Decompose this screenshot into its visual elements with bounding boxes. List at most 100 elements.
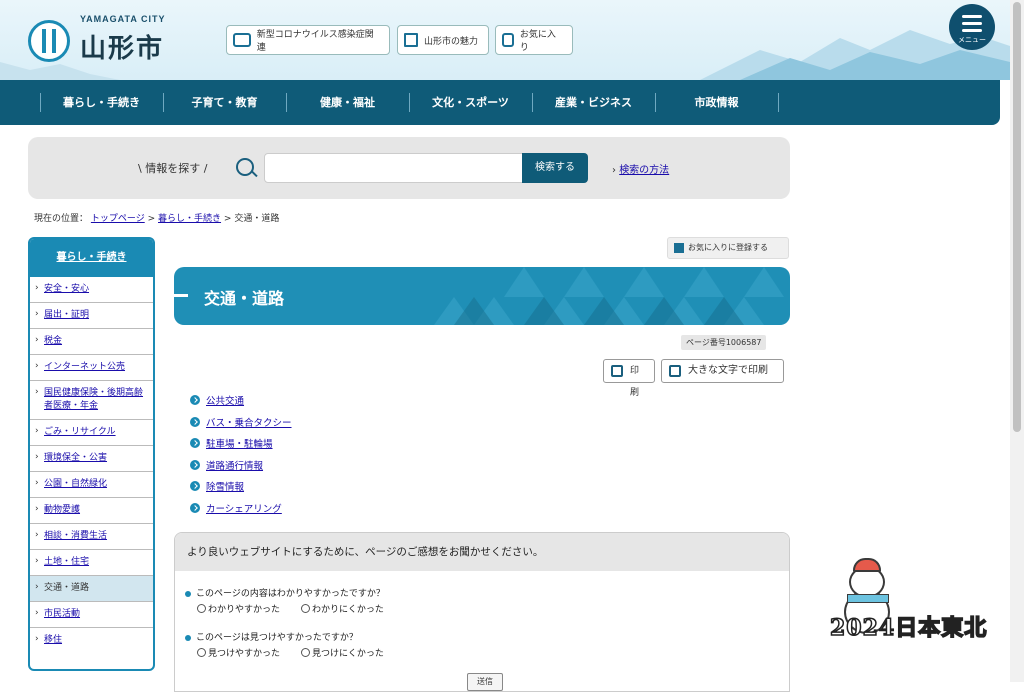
search-panel: \ 情報を探す / 検索する › 検索の方法 — [28, 137, 790, 199]
sidebar-item-label[interactable]: 相談・消費生活 — [44, 531, 107, 541]
sidebar-item-auction[interactable]: インターネット公売 — [30, 355, 153, 381]
q1-option-easy[interactable]: わかりやすかった — [197, 602, 280, 615]
bookmark-star-icon — [674, 243, 684, 253]
page-number-badge: ページ番号1006587 — [681, 335, 767, 350]
menu-button[interactable]: メニュー — [949, 4, 995, 50]
title-accent — [174, 294, 188, 297]
sidebar-item-label[interactable]: 移住 — [44, 635, 62, 645]
survey-submit-button[interactable]: 送信 — [467, 673, 503, 691]
sidebar-item-certificates[interactable]: 届出・証明 — [30, 303, 153, 329]
sidebar-item-label[interactable]: 環境保全・公害 — [44, 453, 107, 463]
snowman-hat — [853, 558, 881, 572]
nav-item-culture[interactable]: 文化・スポーツ — [410, 80, 531, 125]
sidebar-item-label[interactable]: インターネット公売 — [44, 362, 125, 372]
nav-item-living[interactable]: 暮らし・手続き — [41, 80, 162, 125]
triangle-pattern — [434, 267, 784, 325]
link-bus-taxi[interactable]: バス・乗合タクシー — [206, 418, 292, 429]
list-item[interactable]: 道路通行情報 — [190, 458, 292, 480]
list-item[interactable]: 駐車場・駐輪場 — [190, 436, 292, 458]
link-public-transport[interactable]: 公共交通 — [206, 396, 244, 407]
sidebar-item-safety[interactable]: 安全・安心 — [30, 277, 153, 303]
search-input[interactable] — [264, 153, 526, 183]
page-title-banner: 交通・道路 — [174, 267, 790, 325]
link-car-sharing[interactable]: カーシェアリング — [206, 504, 282, 515]
nav-item-childcare[interactable]: 子育て・教育 — [164, 80, 285, 125]
page-title: 交通・道路 — [204, 289, 285, 308]
q2-option-easy[interactable]: 見つけやすかった — [197, 646, 280, 659]
mask-icon — [233, 33, 251, 47]
print-button[interactable]: 印刷 — [603, 359, 655, 398]
sidebar: 暮らし・手続き 安全・安心 届出・証明 税金 インターネット公売 国民健康保険・… — [28, 237, 155, 671]
sidebar-item-label[interactable]: 動物愛護 — [44, 505, 80, 515]
sidebar-item-citizen[interactable]: 市民活動 — [30, 602, 153, 628]
sidebar-item-label[interactable]: ごみ・リサイクル — [44, 427, 116, 437]
sidebar-item-label[interactable]: 国民健康保険・後期高齢者医療・年金 — [44, 388, 143, 411]
list-item[interactable]: バス・乗合タクシー — [190, 415, 292, 437]
search-help-link[interactable]: › 検索の方法 — [612, 161, 669, 176]
breadcrumb-sep: > — [223, 214, 232, 224]
nav-item-business[interactable]: 産業・ビジネス — [533, 80, 654, 125]
breadcrumb-prefix: 現在の位置： — [34, 214, 89, 224]
city-emblem-icon — [28, 20, 70, 62]
sidebar-item-tax[interactable]: 税金 — [30, 329, 153, 355]
q2-option-hard[interactable]: 見つけにくかった — [301, 646, 384, 659]
sidebar-item-traffic[interactable]: 交通・道路 — [30, 576, 153, 602]
list-item[interactable]: 公共交通 — [190, 393, 292, 415]
city-charm-button[interactable]: 山形市の魅力 — [397, 25, 489, 55]
site-header: YAMAGATA CITY 山形市 新型コロナウイルス感染症関連 山形市の魅力 … — [0, 0, 1010, 80]
sidebar-item-label: 交通・道路 — [44, 583, 90, 593]
nav-item-health[interactable]: 健康・福祉 — [287, 80, 408, 125]
large-print-button[interactable]: 大きな文字で印刷 — [661, 359, 784, 383]
sidebar-item-label[interactable]: 安全・安心 — [44, 284, 89, 294]
breadcrumb-home[interactable]: トップページ — [91, 214, 145, 224]
sidebar-item-parks[interactable]: 公園・自然緑化 — [30, 472, 153, 498]
survey-heading: より良いウェブサイトにするために、ページのご感想をお聞かせください。 — [175, 533, 789, 571]
sidebar-item-environment[interactable]: 環境保全・公害 — [30, 446, 153, 472]
q1-option-hard[interactable]: わかりにくかった — [301, 602, 384, 615]
link-road-info[interactable]: 道路通行情報 — [206, 461, 263, 472]
sidebar-item-label[interactable]: 市民活動 — [44, 609, 80, 619]
search-button[interactable]: 検索する — [522, 153, 588, 183]
list-item[interactable]: 除雪情報 — [190, 479, 292, 501]
feedback-survey: より良いウェブサイトにするために、ページのご感想をお聞かせください。 このページ… — [174, 532, 790, 692]
scrollbar-thumb[interactable] — [1013, 2, 1021, 432]
city-logo[interactable]: YAMAGATA CITY 山形市 — [28, 14, 188, 66]
snowman-scarf — [847, 594, 889, 603]
sidebar-item-recycling[interactable]: ごみ・リサイクル — [30, 420, 153, 446]
link-parking[interactable]: 駐車場・駐輪場 — [206, 439, 273, 450]
link-snow-removal[interactable]: 除雪情報 — [206, 482, 244, 493]
large-print-label: 大きな文字で印刷 — [688, 365, 768, 376]
category-links: 公共交通 バス・乗合タクシー 駐車場・駐輪場 道路通行情報 除雪情報 カーシェア… — [190, 393, 292, 522]
pen-icon — [404, 33, 418, 47]
sidebar-item-label[interactable]: 公園・自然緑化 — [44, 479, 107, 489]
covid-button[interactable]: 新型コロナウイルス感染症関連 — [226, 25, 390, 55]
bookmark-icon — [502, 33, 514, 47]
page-scrollbar[interactable] — [1010, 0, 1024, 682]
search-help-text[interactable]: 検索の方法 — [619, 165, 669, 176]
survey-question-1: このページの内容はわかりやすかったですか？ — [185, 586, 385, 599]
sidebar-item-housing[interactable]: 土地・住宅 — [30, 550, 153, 576]
sidebar-item-label[interactable]: 土地・住宅 — [44, 557, 89, 567]
sidebar-title[interactable]: 暮らし・手続き — [30, 239, 153, 277]
sidebar-item-insurance[interactable]: 国民健康保険・後期高齢者医療・年金 — [30, 381, 153, 420]
logo-name: 山形市 — [80, 34, 165, 64]
menu-label: メニュー — [958, 36, 986, 44]
nav-item-government[interactable]: 市政情報 — [656, 80, 777, 125]
hamburger-icon — [962, 15, 982, 36]
sidebar-item-animals[interactable]: 動物愛護 — [30, 498, 153, 524]
add-favorite-button[interactable]: お気に入りに登録する — [667, 237, 789, 259]
survey-question-2: このページは見つけやすかったですか？ — [185, 630, 358, 643]
breadcrumb-parent[interactable]: 暮らし・手続き — [158, 214, 221, 224]
favorites-button[interactable]: お気に入り — [495, 25, 573, 55]
sidebar-item-consumer[interactable]: 相談・消費生活 — [30, 524, 153, 550]
breadcrumb: 現在の位置： トップページ > 暮らし・手続き > 交通・道路 — [34, 211, 279, 224]
printer-icon — [611, 365, 623, 377]
list-item[interactable]: カーシェアリング — [190, 501, 292, 523]
print-label: 印刷 — [630, 366, 640, 398]
sidebar-item-label[interactable]: 税金 — [44, 336, 62, 346]
global-nav: 暮らし・手続き 子育て・教育 健康・福祉 文化・スポーツ 産業・ビジネス 市政情… — [0, 80, 1000, 125]
covid-button-label: 新型コロナウイルス感染症関連 — [256, 30, 374, 53]
sidebar-item-relocation[interactable]: 移住 — [30, 628, 153, 653]
sidebar-item-label[interactable]: 届出・証明 — [44, 310, 89, 320]
search-icon — [236, 158, 254, 176]
